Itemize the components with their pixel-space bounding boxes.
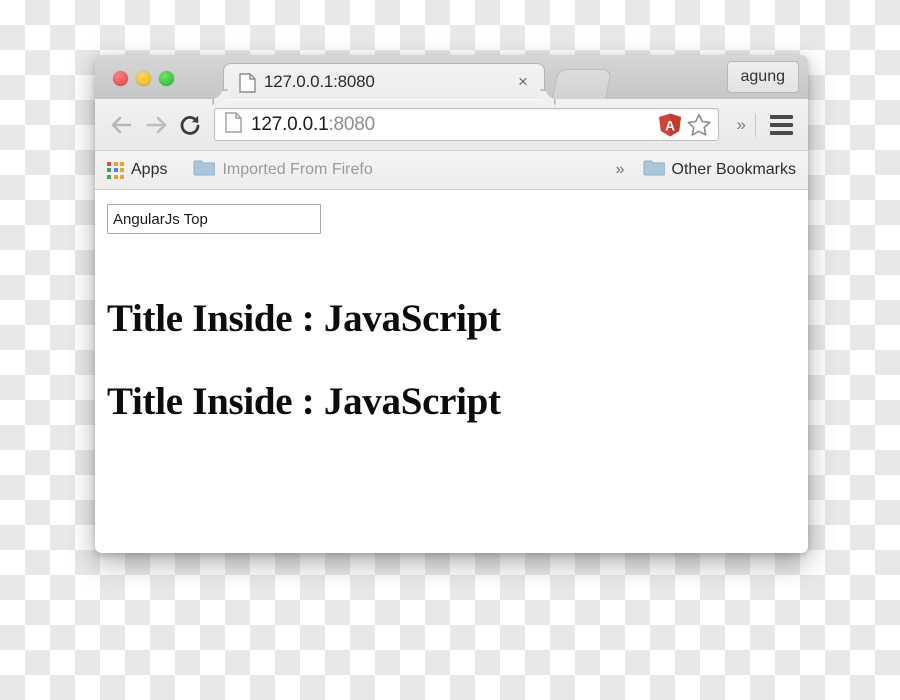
hamburger-line bbox=[769, 122, 793, 127]
browser-window: 127.0.0.1:8080 × agung 127.0.0.1:8080 A … bbox=[95, 55, 808, 553]
close-window-button[interactable] bbox=[113, 71, 128, 86]
bookmark-apps[interactable]: Apps bbox=[107, 161, 167, 179]
back-button[interactable] bbox=[105, 108, 139, 142]
forward-arrow-icon bbox=[146, 116, 167, 133]
page-content: Title Inside : JavaScript Title Inside :… bbox=[95, 190, 808, 553]
bookmark-other-bookmarks[interactable]: Other Bookmarks bbox=[643, 159, 796, 181]
window-controls bbox=[113, 71, 174, 86]
bookmark-apps-label: Apps bbox=[131, 161, 168, 178]
folder-icon bbox=[643, 159, 666, 181]
close-tab-button[interactable]: × bbox=[514, 73, 532, 91]
svg-text:A: A bbox=[664, 117, 674, 133]
reload-icon bbox=[180, 115, 200, 135]
hamburger-line bbox=[769, 130, 793, 135]
title-text-input[interactable] bbox=[107, 204, 321, 234]
toolbar-divider bbox=[755, 112, 756, 137]
bookmarks-overflow-chevron-icon[interactable]: » bbox=[616, 161, 625, 179]
page-info-document-icon bbox=[225, 111, 242, 138]
tab-strip: 127.0.0.1:8080 × agung bbox=[95, 55, 808, 100]
bookmark-other-label: Other Bookmarks bbox=[671, 161, 796, 178]
hamburger-line bbox=[769, 114, 793, 119]
menu-button[interactable] bbox=[764, 108, 798, 142]
tab-title: 127.0.0.1:8080 bbox=[264, 72, 375, 91]
browser-tab-active[interactable]: 127.0.0.1:8080 × bbox=[223, 63, 545, 100]
back-arrow-icon bbox=[111, 116, 132, 133]
angularjs-batarang-icon[interactable]: A bbox=[657, 112, 683, 138]
apps-grid-icon bbox=[107, 161, 124, 179]
bookmarks-bar: Apps Imported From Firefo » Other Bookma… bbox=[95, 151, 808, 190]
url-port: :8080 bbox=[328, 113, 375, 135]
minimize-window-button[interactable] bbox=[136, 71, 151, 86]
heading-two: Title Inside : JavaScript bbox=[107, 380, 501, 423]
new-tab-button[interactable] bbox=[552, 69, 612, 99]
address-bar[interactable]: 127.0.0.1:8080 A bbox=[214, 108, 719, 141]
browser-toolbar: 127.0.0.1:8080 A » bbox=[95, 99, 808, 151]
reload-button[interactable] bbox=[173, 108, 207, 142]
forward-button[interactable] bbox=[139, 108, 173, 142]
folder-icon bbox=[193, 159, 216, 181]
maximize-window-button[interactable] bbox=[159, 71, 174, 86]
bookmark-imported-label: Imported From Firefo bbox=[222, 161, 373, 178]
profile-button[interactable]: agung bbox=[726, 61, 799, 93]
bookmark-star-icon[interactable] bbox=[686, 112, 712, 138]
document-icon bbox=[239, 73, 256, 98]
url-host: 127.0.0.1 bbox=[251, 113, 329, 135]
address-bar-url: 127.0.0.1:8080 bbox=[251, 114, 657, 136]
toolbar-overflow-chevron-icon[interactable]: » bbox=[728, 115, 755, 135]
heading-one: Title Inside : JavaScript bbox=[107, 297, 501, 340]
bookmark-imported-from-firefox[interactable]: Imported From Firefo bbox=[193, 159, 373, 181]
